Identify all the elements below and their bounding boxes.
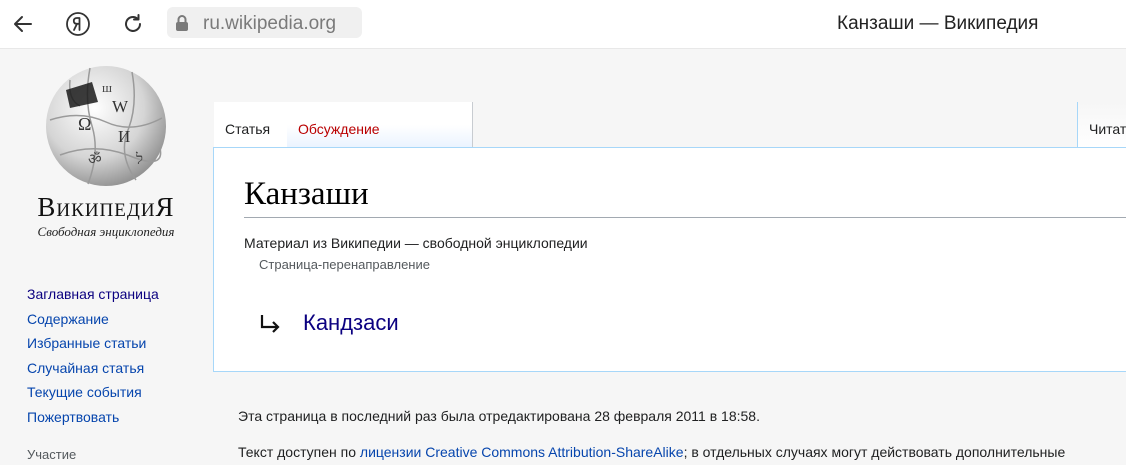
sidebar-item-random[interactable]: Случайная статья [27,356,159,381]
browser-toolbar: ru.wikipedia.org Канзаши — Википедия [0,0,1126,49]
back-arrow-icon [14,16,32,32]
page-tab-title: Канзаши — Википедия [837,13,1039,34]
logo-wordmark: ВикипедиЯ [37,192,175,222]
lock-icon [176,15,188,31]
footer-license: Текст доступен по лицензии Creative Comm… [238,444,1065,460]
reload-icon [125,14,141,32]
sidebar-item-current-events[interactable]: Текущие события [27,380,159,405]
tab-article[interactable]: Статья [214,102,287,148]
sidebar-item-contents[interactable]: Содержание [27,307,159,332]
footer-last-edited: Эта страница в последний раз была отреда… [238,408,760,424]
sidebar-item-featured[interactable]: Избранные статьи [27,331,159,356]
sidebar-item-donate[interactable]: Пожертвовать [27,405,159,430]
footer-license-prefix: Текст доступен по [238,444,360,460]
logo-tagline: Свободная энциклопедия [37,224,175,239]
svg-text:ॐ: ॐ [88,151,102,168]
site-subtitle: Материал из Википедии — свободной энцикл… [244,235,588,251]
puzzle-globe-icon: Ω W И ॐ ל ш [46,66,166,186]
tab-talk[interactable]: Обсуждение [287,102,473,148]
url-text[interactable]: ru.wikipedia.org [203,13,336,35]
redirect-arrow-icon [260,315,280,333]
sidebar-item-main-page[interactable]: Заглавная страница [27,282,159,307]
svg-text:ל: ל [135,151,143,168]
license-link[interactable]: лицензии Creative Commons Attribution-Sh… [360,444,684,460]
footer-license-suffix: ; в отдельных случаях могут действовать … [683,444,1066,460]
redirect-target-link[interactable]: Кандзаси [303,310,399,336]
svg-text:И: И [118,127,130,146]
sidebar-navigation: Заглавная страница Содержание Избранные … [27,282,159,429]
sidebar-section-heading: Участие [27,447,77,462]
yandex-button[interactable] [62,8,94,40]
svg-text:W: W [112,97,129,116]
page-title: Канзаши [244,176,1126,218]
address-bar[interactable]: ru.wikipedia.org [167,7,362,38]
svg-text:ш: ш [102,80,112,95]
yandex-icon [66,12,90,36]
svg-text:Ω: Ω [78,114,91,134]
back-button[interactable] [7,8,39,40]
redirect-label: Страница-перенаправление [259,257,430,272]
reload-button[interactable] [117,8,149,40]
wikipedia-logo[interactable]: Ω W И ॐ ל ш ВикипедиЯ Свободная энциклоп… [26,58,186,239]
tab-read[interactable]: Читать [1077,102,1126,148]
article-content: Канзаши Материал из Википедии — свободно… [213,147,1126,372]
